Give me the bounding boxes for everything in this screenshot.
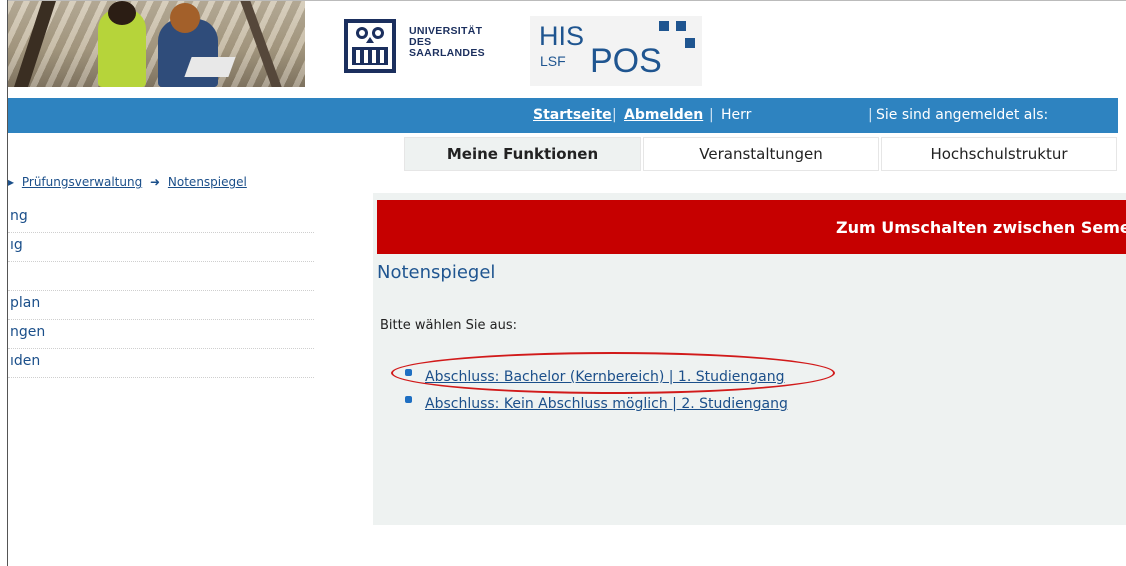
- pos-label: POS: [590, 42, 662, 80]
- tab-meine-funktionen[interactable]: Meine Funktionen: [404, 137, 641, 171]
- sidebar-item[interactable]: ıg: [8, 234, 314, 262]
- his-label: HIS: [539, 21, 585, 51]
- sidebar-item[interactable]: ng: [8, 205, 314, 233]
- sidebar-item[interactable]: plan: [8, 292, 314, 320]
- breadcrumb: ▸ Prüfungsverwaltung ➜ Notenspiegel: [8, 175, 247, 189]
- bullet-icon: [405, 396, 412, 403]
- nav-separator: |: [709, 107, 714, 123]
- tab-hochschulstruktur[interactable]: Hochschulstruktur: [881, 137, 1117, 171]
- startseite-link[interactable]: Startseite: [533, 107, 612, 123]
- lsf-label: LSF: [540, 53, 566, 69]
- arrow-right-icon: ➜: [150, 175, 161, 189]
- page-title: Notenspiegel: [377, 262, 496, 283]
- university-seal-logo[interactable]: [340, 17, 400, 75]
- sidebar-item[interactable]: ngen: [8, 321, 314, 349]
- header-photo: [8, 1, 305, 87]
- abmelden-link[interactable]: Abmelden: [624, 107, 703, 123]
- university-line-3: SAARLANDES: [409, 47, 485, 59]
- nav-separator: |: [612, 107, 617, 123]
- tab-veranstaltungen[interactable]: Veranstaltungen: [643, 137, 879, 171]
- breadcrumb-pruefungsverwaltung[interactable]: Prüfungsverwaltung: [22, 175, 142, 189]
- breadcrumb-notenspiegel[interactable]: Notenspiegel: [168, 175, 247, 189]
- highlight-circle-annotation: [391, 352, 835, 394]
- logo-square-icon: [685, 38, 695, 48]
- nav-separator: |: [868, 107, 873, 123]
- university-name: UNIVERSITÄT DES SAARLANDES: [409, 26, 485, 59]
- semester-switch-banner[interactable]: Zum Umschalten zwischen Semest: [377, 200, 1126, 254]
- login-status: Sie sind angemeldet als:: [876, 107, 1049, 123]
- abschluss-kein-abschluss-link[interactable]: Abschluss: Kein Abschluss möglich | 2. S…: [425, 396, 788, 412]
- arrow-right-icon: ▸: [8, 175, 15, 189]
- sidebar-item[interactable]: ıden: [8, 350, 314, 378]
- logo-square-icon: [676, 21, 686, 31]
- logo-square-icon: [659, 21, 669, 31]
- sidebar-item[interactable]: [8, 263, 314, 291]
- user-salutation: Herr: [721, 107, 752, 123]
- selection-prompt: Bitte wählen Sie aus:: [380, 318, 518, 333]
